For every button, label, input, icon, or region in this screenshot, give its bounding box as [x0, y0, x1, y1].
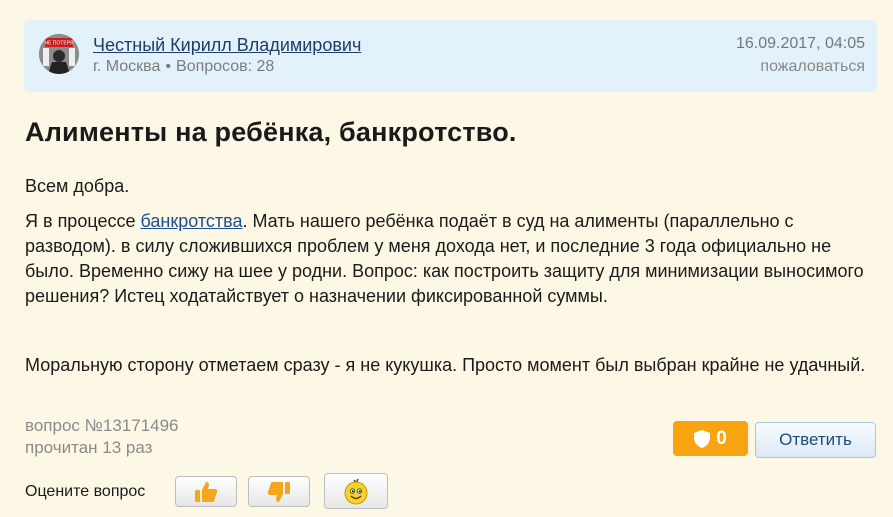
thumbs-down-icon	[267, 481, 290, 502]
author-questions-count: Вопросов: 28	[176, 58, 275, 75]
bankruptcy-link[interactable]: банкротства	[140, 211, 242, 231]
avatar-caption: НЕ ПОТЕРЯ	[44, 41, 73, 47]
rate-label: Оцените вопрос	[25, 483, 146, 500]
thumbs-up-icon	[195, 481, 218, 502]
paragraph-2-start: Я в процессе	[25, 211, 141, 231]
author-city: г. Москва	[93, 58, 161, 75]
author-meta: г. Москва • Вопросов: 28	[93, 58, 274, 76]
avatar-image: НЕ ПОТЕРЯ	[39, 34, 79, 74]
question-paragraph-2: Я в процессе банкротства. Мать нашего ре…	[25, 209, 875, 309]
question-reads: прочитан 13 раз	[25, 438, 153, 457]
smiley-icon	[344, 478, 368, 505]
post-date: 16.09.2017, 04:05	[735, 35, 865, 52]
question-title: Алименты на ребёнка, банкротство.	[25, 117, 517, 147]
shield-count: 0	[716, 427, 727, 449]
shield-icon	[694, 429, 711, 448]
shield-button[interactable]: 0	[673, 421, 748, 456]
question-number: вопрос №13171496	[25, 416, 179, 435]
meta-separator: •	[165, 58, 172, 75]
answer-button[interactable]: Ответить	[755, 422, 876, 458]
author-card: НЕ ПОТЕРЯ Честный Кирилл Владимирович г.…	[24, 20, 877, 92]
smile-button[interactable]	[324, 473, 388, 509]
avatar[interactable]: НЕ ПОТЕРЯ	[39, 34, 79, 74]
question-paragraph-3: Моральную сторону отметаем сразу - я не …	[25, 355, 866, 375]
question-paragraph-1: Всем добра.	[25, 176, 130, 196]
author-name-link[interactable]: Честный Кирилл Владимирович	[93, 35, 361, 56]
report-link[interactable]: пожаловаться	[760, 58, 865, 76]
like-button[interactable]	[175, 476, 237, 507]
dislike-button[interactable]	[248, 476, 310, 507]
